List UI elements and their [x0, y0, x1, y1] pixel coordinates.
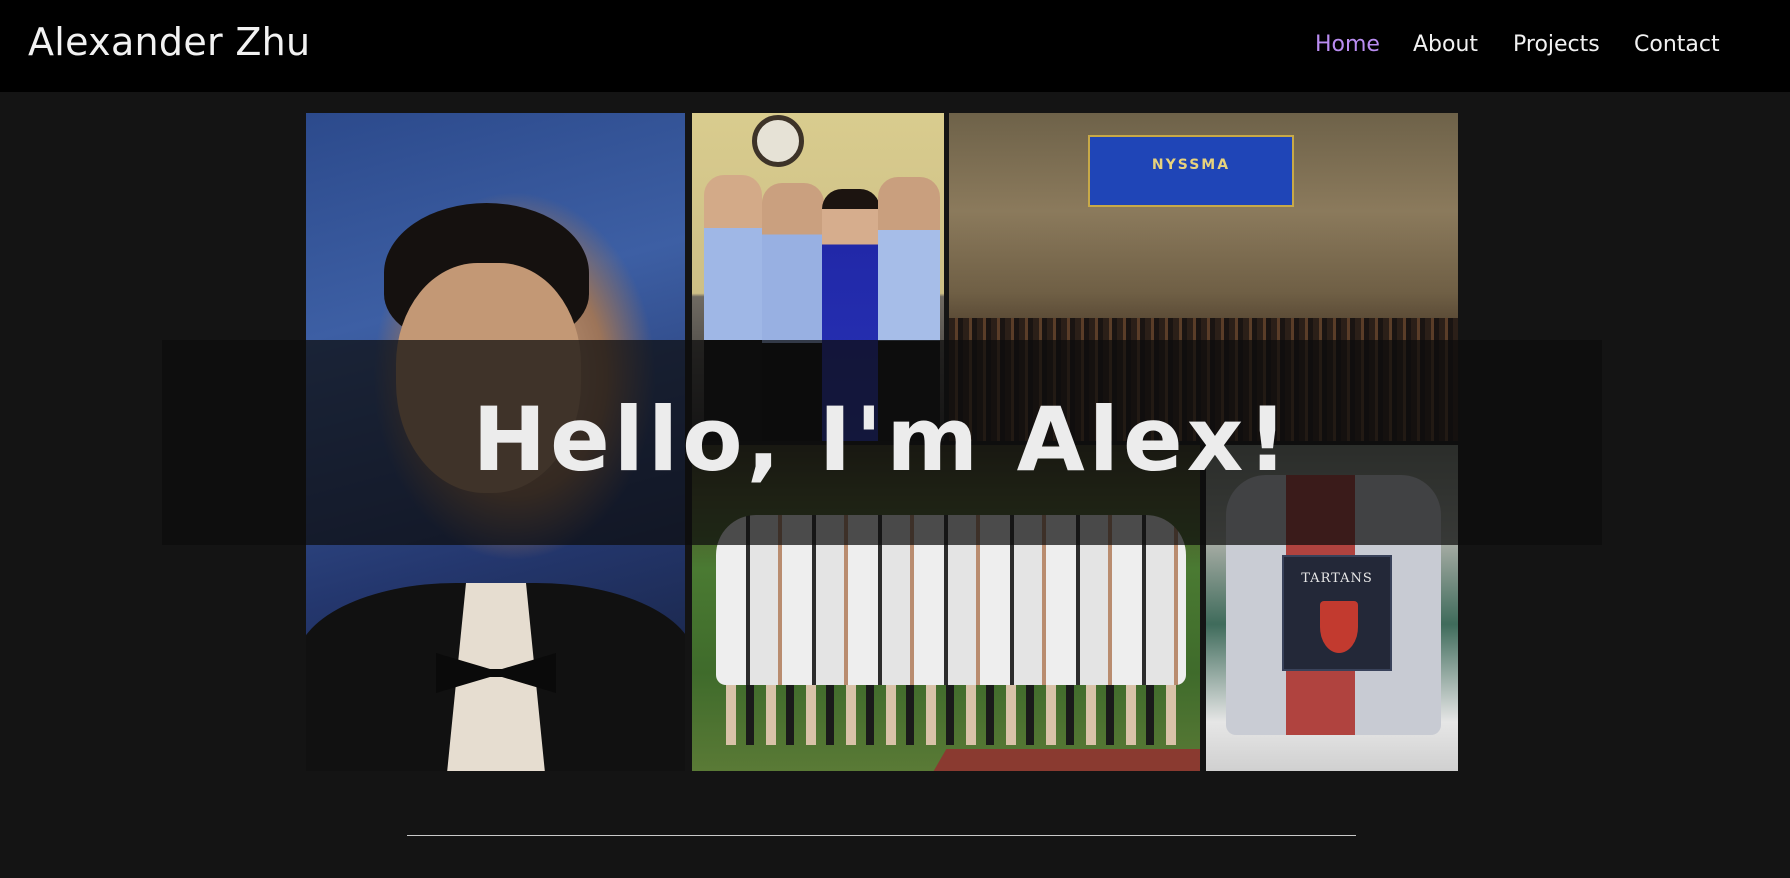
- site-header: Alexander Zhu Home About Projects Contac…: [0, 0, 1790, 92]
- shield-icon: [1320, 601, 1358, 653]
- nav-contact-link[interactable]: Contact: [1634, 32, 1720, 57]
- clock-icon: [752, 115, 804, 167]
- main-nav: Home About Projects Contact: [0, 32, 1790, 62]
- nav-home-link[interactable]: Home: [1315, 32, 1380, 57]
- nav-projects-link[interactable]: Projects: [1513, 32, 1600, 57]
- hero-headline: Hello, I'm Alex!: [472, 388, 1292, 491]
- tartans-flag: TARTANS: [1282, 555, 1392, 671]
- nav-about-link[interactable]: About: [1413, 32, 1478, 57]
- nyssma-banner: NYSSMA: [1088, 135, 1294, 207]
- flag-text: TARTANS: [1301, 571, 1373, 586]
- banner-text: NYSSMA: [1151, 157, 1231, 173]
- section-divider: [407, 835, 1356, 836]
